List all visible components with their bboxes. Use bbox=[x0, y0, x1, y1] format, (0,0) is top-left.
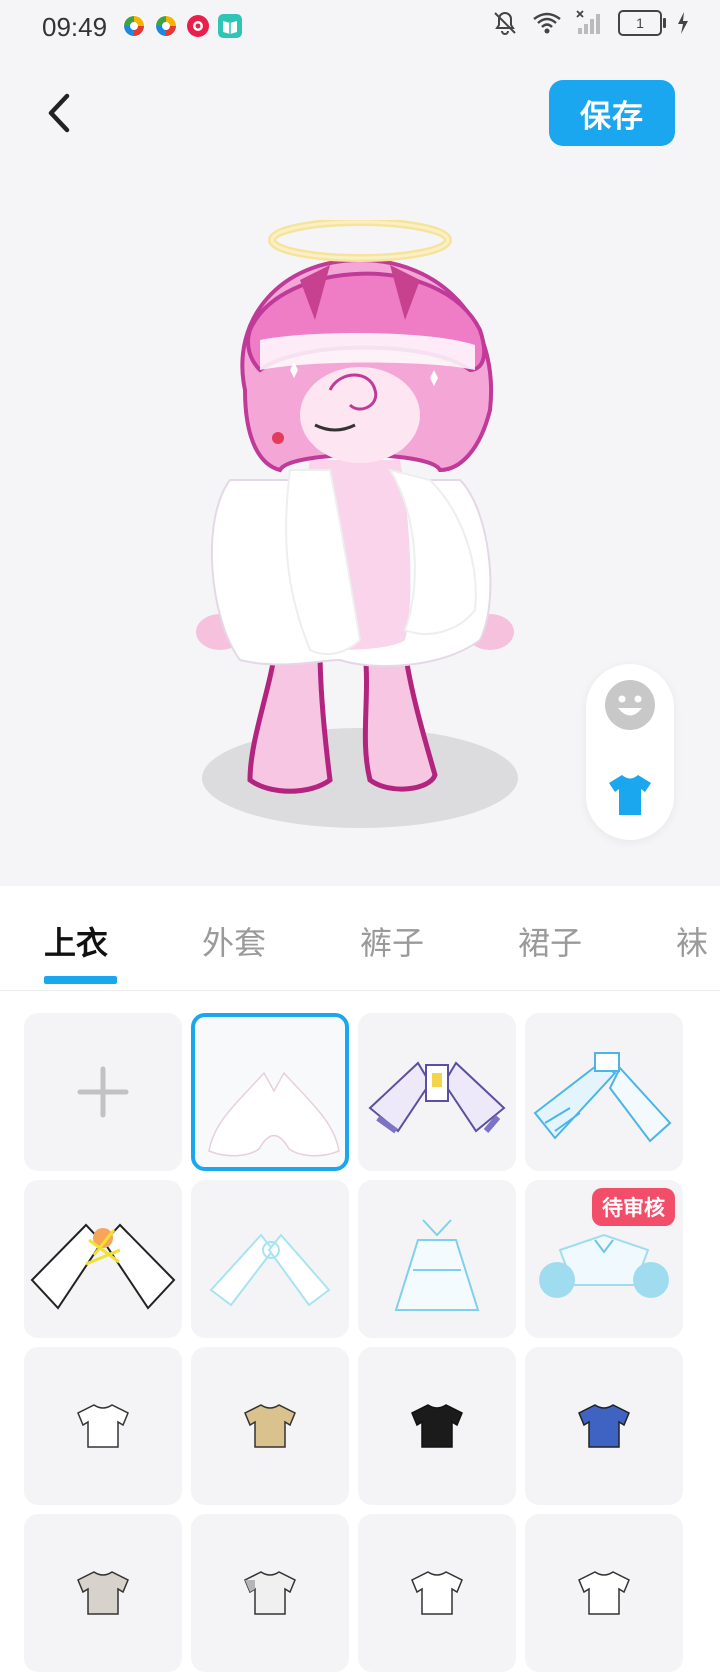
clothing-item-white-sleeves[interactable] bbox=[191, 1013, 349, 1171]
white-tshirt-3-thumbnail bbox=[578, 1571, 630, 1615]
app-icon-book bbox=[218, 14, 242, 38]
app-icon-colorful bbox=[155, 15, 177, 37]
battery-icon: 1 bbox=[618, 10, 666, 36]
clothing-item-white-gray-tshirt[interactable] bbox=[191, 1514, 349, 1672]
clothing-item-lavender-sleeves[interactable] bbox=[358, 1013, 516, 1171]
clothing-item-grid: 待审核 bbox=[0, 1013, 720, 1672]
tab-socks[interactable]: 袜 bbox=[676, 918, 708, 964]
clothing-item-beige-tshirt[interactable] bbox=[191, 1347, 349, 1505]
add-item-button[interactable] bbox=[24, 1013, 182, 1171]
white-gray-tshirt-thumbnail bbox=[244, 1571, 296, 1615]
beige-tshirt-thumbnail bbox=[244, 1404, 296, 1448]
mute-icon bbox=[494, 11, 516, 35]
blue-tshirt-thumbnail bbox=[578, 1404, 630, 1448]
pending-review-badge: 待审核 bbox=[592, 1188, 675, 1226]
clothing-item-white-tshirt-2[interactable] bbox=[358, 1514, 516, 1672]
app-icon-red-play bbox=[187, 15, 209, 37]
face-clothes-toggle bbox=[586, 664, 674, 840]
clothing-item-gray-tshirt[interactable] bbox=[24, 1514, 182, 1672]
signal-icon bbox=[576, 10, 600, 34]
charging-icon bbox=[678, 12, 688, 34]
save-button[interactable]: 保存 bbox=[549, 80, 675, 146]
app-icon-colorful bbox=[123, 15, 145, 37]
back-button[interactable] bbox=[40, 88, 80, 138]
light-blue-sleeves-thumbnail bbox=[209, 1233, 331, 1307]
white-tshirt-thumbnail bbox=[77, 1404, 129, 1448]
tshirt-icon[interactable] bbox=[605, 770, 655, 820]
clothing-item-white-tshirt-3[interactable] bbox=[525, 1514, 683, 1672]
plus-icon bbox=[77, 1066, 129, 1118]
clothing-item-light-blue-dress[interactable] bbox=[358, 1180, 516, 1338]
clothing-item-light-blue-sleeves[interactable] bbox=[191, 1180, 349, 1338]
black-tshirt-thumbnail bbox=[411, 1404, 463, 1448]
tab-tops[interactable]: 上衣 bbox=[44, 918, 108, 964]
system-icons: 1 bbox=[492, 10, 690, 36]
smiley-face-icon[interactable] bbox=[604, 679, 656, 731]
status-time: 09:49 bbox=[42, 12, 108, 42]
clothing-item-white-tshirt[interactable] bbox=[24, 1347, 182, 1505]
clothing-item-blue-tshirt[interactable] bbox=[525, 1347, 683, 1505]
tab-skirts[interactable]: 裙子 bbox=[518, 918, 582, 964]
clothing-item-cyan-puff-sleeves[interactable]: 待审核 bbox=[525, 1180, 683, 1338]
clothing-item-blue-sleeves[interactable] bbox=[525, 1013, 683, 1171]
black-outline-sleeves-thumbnail bbox=[30, 1223, 176, 1310]
wifi-icon bbox=[533, 12, 561, 34]
gray-tshirt-thumbnail bbox=[77, 1571, 129, 1615]
tab-outerwear[interactable]: 外套 bbox=[202, 918, 266, 964]
white-tshirt-2-thumbnail bbox=[411, 1571, 463, 1615]
character-avatar bbox=[196, 220, 518, 828]
white-sleeves-thumbnail bbox=[208, 1071, 340, 1157]
clothing-item-black-tshirt[interactable] bbox=[358, 1347, 516, 1505]
clothing-item-black-outline-sleeves[interactable] bbox=[24, 1180, 182, 1338]
light-blue-dress-thumbnail bbox=[394, 1219, 480, 1311]
active-tab-indicator bbox=[44, 976, 117, 984]
tab-pants[interactable]: 裤子 bbox=[360, 918, 424, 964]
avatar-preview-area: 09:49 1 保存 bbox=[0, 0, 720, 886]
lavender-sleeves-thumbnail bbox=[368, 1061, 506, 1134]
category-tabs: 上衣 外套 裤子 裙子 袜 bbox=[0, 886, 720, 991]
blue-sleeves-thumbnail bbox=[533, 1052, 672, 1143]
status-bar: 09:49 1 bbox=[0, 0, 720, 56]
